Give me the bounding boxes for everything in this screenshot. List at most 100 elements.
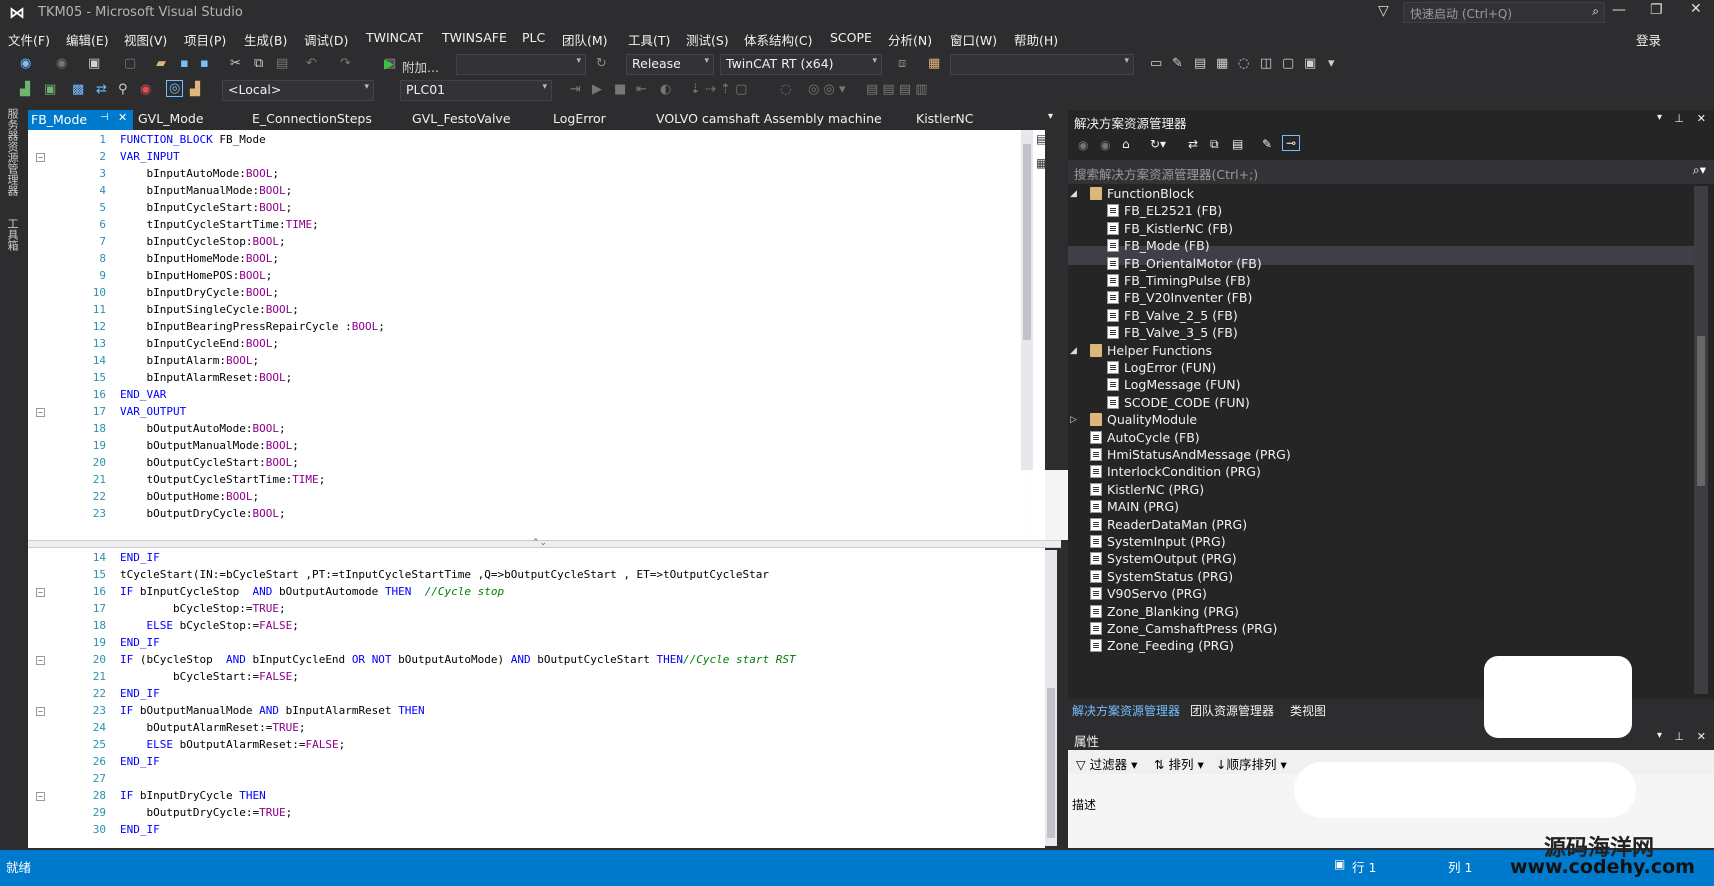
add-item-icon[interactable]: ▢ bbox=[124, 56, 136, 71]
code-line[interactable]: bInputBearingPressRepairCycle :BOOL; bbox=[120, 320, 384, 333]
splitter-arrows-icon[interactable]: ⌃⌄ bbox=[532, 538, 547, 548]
breakpoint-icon[interactable]: ◐ bbox=[660, 82, 671, 97]
editor-splitter[interactable]: ⌃⌄ bbox=[28, 538, 1061, 548]
menu-file[interactable]: 文件(F) bbox=[8, 30, 50, 49]
filter-icon[interactable]: ▽ bbox=[1378, 3, 1389, 19]
back-icon[interactable]: ◉ bbox=[1078, 138, 1088, 152]
order-button[interactable]: ↓顺序排列 ▾ bbox=[1216, 754, 1287, 773]
code-line[interactable]: END_IF bbox=[120, 636, 160, 649]
menu-architecture[interactable]: 体系结构(C) bbox=[744, 30, 812, 49]
scroll-thumb[interactable] bbox=[1023, 144, 1031, 340]
open-file-icon[interactable]: ▰ bbox=[156, 56, 166, 71]
code-line[interactable]: END_IF bbox=[120, 687, 160, 700]
tree-file[interactable]: FB_Valve_2_5 (FB) bbox=[1107, 308, 1238, 323]
tab-overflow-icon[interactable]: ▾ bbox=[1048, 111, 1053, 122]
expander-icon[interactable]: ◢ bbox=[1070, 346, 1077, 356]
tree-file[interactable]: SystemOutput (PRG) bbox=[1090, 551, 1237, 566]
menu-build[interactable]: 生成(B) bbox=[244, 30, 287, 49]
code-line[interactable]: bInputCycleStart:BOOL; bbox=[120, 201, 292, 214]
platform-combo[interactable]: TwinCAT RT (x64) ▾ bbox=[720, 54, 882, 75]
tab-gvl-mode[interactable]: GVL_Mode bbox=[138, 111, 204, 126]
login-link[interactable]: 登录 bbox=[1636, 30, 1661, 49]
fold-toggle-icon[interactable]: − bbox=[36, 707, 45, 716]
tree-file[interactable]: FB_KistlerNC (FB) bbox=[1107, 221, 1233, 236]
toolbox-icon[interactable]: ▤ bbox=[1194, 56, 1206, 71]
code-line[interactable]: IF bInputDryCycle THEN bbox=[120, 789, 266, 802]
menu-twincat[interactable]: TWINCAT bbox=[366, 30, 423, 45]
expander-icon[interactable]: ◢ bbox=[1070, 189, 1077, 199]
tree-file[interactable]: InterlockCondition (PRG) bbox=[1090, 464, 1261, 479]
tab-e-connectionsteps[interactable]: E_ConnectionSteps bbox=[252, 111, 372, 126]
object-browser-icon[interactable]: ▦ bbox=[1216, 56, 1228, 71]
code-line[interactable]: bOutputAlarmReset:=TRUE; bbox=[120, 721, 305, 734]
code-line[interactable]: IF bOutputManualMode AND bInputAlarmRese… bbox=[120, 704, 425, 717]
show-all-files-icon[interactable]: ▤ bbox=[1232, 137, 1243, 151]
plc-project-combo[interactable]: PLC01 ▾ bbox=[400, 80, 552, 101]
forward-icon[interactable]: ◉ bbox=[1100, 138, 1110, 152]
activate-config-icon[interactable]: ▣ bbox=[44, 82, 56, 97]
publish-icon[interactable]: ▣ bbox=[1334, 857, 1345, 871]
tab-logerror[interactable]: LogError bbox=[553, 111, 606, 126]
view-as-text-icon[interactable]: ▤ bbox=[1036, 132, 1047, 146]
scroll-thumb[interactable] bbox=[1697, 336, 1705, 486]
start-page-icon[interactable]: ◌ bbox=[1238, 56, 1249, 71]
code-line[interactable]: bInputManualMode:BOOL; bbox=[120, 184, 292, 197]
code-line[interactable]: bInputAutoMode:BOOL; bbox=[120, 167, 278, 180]
code-line[interactable]: bOutputCycleStart:BOOL; bbox=[120, 456, 298, 469]
tab-volvo-camshaft[interactable]: VOLVO camshaft Assembly machine bbox=[656, 111, 882, 126]
code-line[interactable]: bInputCycleStop:BOOL; bbox=[120, 235, 285, 248]
redo-icon[interactable]: ↷ bbox=[340, 56, 351, 71]
code-line[interactable]: bInputAlarmReset:BOOL; bbox=[120, 371, 292, 384]
logout-plc-icon[interactable]: ⇤ bbox=[636, 82, 647, 97]
twincat-config-icon[interactable]: ▟ bbox=[20, 82, 30, 97]
code-line[interactable]: bCycleStart:=FALSE; bbox=[120, 670, 299, 683]
menu-help[interactable]: 帮助(H) bbox=[1014, 30, 1058, 49]
save-all-icon[interactable]: ▪ bbox=[200, 56, 209, 71]
tab-fb-mode[interactable]: FB_Mode ⊣ ✕ bbox=[28, 110, 133, 130]
tree-file[interactable]: FB_V20Inventer (FB) bbox=[1107, 290, 1252, 305]
stop-plc-icon[interactable]: ■ bbox=[614, 82, 626, 97]
sync-icon[interactable]: ↻▾ bbox=[1150, 137, 1166, 151]
step-icons[interactable]: ⇣ ⇢ ⇡ ▢ bbox=[690, 82, 747, 97]
tab-solution-explorer[interactable]: 解决方案资源管理器 bbox=[1072, 702, 1180, 719]
tree-folder[interactable]: QualityModule bbox=[1090, 412, 1197, 427]
find-combo[interactable]: ▾ bbox=[950, 54, 1134, 75]
tree-file[interactable]: Zone_Blanking (PRG) bbox=[1090, 604, 1239, 619]
code-line[interactable]: tCycleStart(IN:=bCycleStart ,PT:=tInputC… bbox=[120, 568, 769, 581]
code-line[interactable]: bOutputDryCycle:=TRUE; bbox=[120, 806, 292, 819]
toolbar-icon[interactable]: ⧈ bbox=[898, 56, 906, 71]
attach-target-combo[interactable]: ▾ bbox=[456, 54, 586, 75]
filter-button[interactable]: ▽ 过滤器 ▾ bbox=[1076, 754, 1137, 773]
home-icon[interactable]: ⌂ bbox=[1122, 137, 1130, 151]
copy-icon[interactable]: ⧉ bbox=[254, 56, 263, 71]
find-in-files-icon[interactable]: ▦ bbox=[928, 56, 940, 71]
stop-icon[interactable]: ◉ bbox=[140, 82, 151, 97]
code-line[interactable]: IF (bCycleStop AND bInputCycleEnd OR NOT… bbox=[120, 653, 796, 666]
code-line[interactable]: tOutputCycleStartTime:TIME; bbox=[120, 473, 325, 486]
tree-file[interactable]: FB_OrientalMotor (FB) bbox=[1107, 256, 1262, 271]
tree-file[interactable]: FB_Mode (FB) bbox=[1107, 238, 1210, 253]
pin-icon[interactable]: ⊣ bbox=[100, 112, 109, 123]
menu-twinsafe[interactable]: TWINSAFE bbox=[442, 30, 507, 45]
code-line[interactable]: bInputHomePOS:BOOL; bbox=[120, 269, 272, 282]
target-system-combo[interactable]: <Local> ▾ bbox=[222, 80, 374, 101]
tab-gvl-festovalve[interactable]: GVL_FestoValve bbox=[412, 111, 511, 126]
tree-file[interactable]: LogError (FUN) bbox=[1107, 360, 1216, 375]
scan-icon[interactable]: ⚲ bbox=[118, 82, 128, 97]
collapse-all-icon[interactable]: ⧉ bbox=[1210, 137, 1219, 152]
fold-toggle-icon[interactable]: − bbox=[36, 792, 45, 801]
menu-tools[interactable]: 工具(T) bbox=[628, 30, 670, 49]
tree-file[interactable]: AutoCycle (FB) bbox=[1090, 430, 1200, 445]
tab-kistlernc[interactable]: KistlerNC bbox=[916, 111, 973, 126]
code-line[interactable]: bCycleStop:=TRUE; bbox=[120, 602, 286, 615]
code-line[interactable]: tInputCycleStartTime:TIME; bbox=[120, 218, 318, 231]
target-browser-icon[interactable]: ▟ bbox=[190, 82, 200, 97]
code-line[interactable]: bOutputDryCycle:BOOL; bbox=[120, 507, 285, 520]
restart-icon[interactable]: ⇄ bbox=[96, 82, 107, 97]
tree-file[interactable]: LogMessage (FUN) bbox=[1107, 377, 1241, 392]
login-plc-icon[interactable]: ⇥ bbox=[570, 82, 581, 97]
new-project-icon[interactable]: ▣ bbox=[88, 56, 100, 71]
tree-file[interactable]: FB_Valve_3_5 (FB) bbox=[1107, 325, 1238, 340]
panel-close-icon[interactable]: ✕ bbox=[1697, 112, 1706, 125]
attach-button[interactable]: 附加... bbox=[402, 57, 439, 76]
